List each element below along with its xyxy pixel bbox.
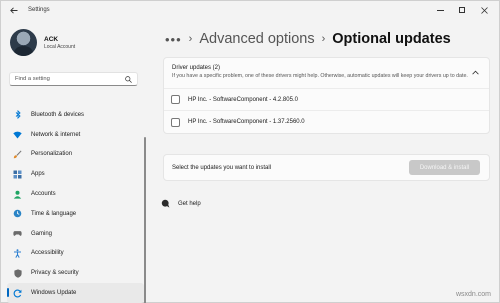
sidebar-item-bluetooth-devices[interactable]: Bluetooth & devices [7, 105, 144, 125]
sidebar-item-label: Bluetooth & devices [31, 111, 85, 118]
globe-clock-icon [13, 209, 22, 218]
install-instruction: Select the updates you want to install [172, 164, 272, 171]
driver-update-label: HP Inc. - SoftwareComponent - 1.37.2560.… [188, 119, 305, 125]
chevron-right-icon: › [188, 33, 193, 45]
apps-icon [13, 170, 22, 179]
search-box [9, 72, 138, 86]
sidebar-item-label: Time & language [31, 210, 77, 217]
gamepad-icon [13, 229, 22, 238]
bluetooth-icon [13, 110, 22, 120]
get-help-label: Get help [178, 200, 201, 207]
sidebar-scrollbar[interactable] [144, 137, 146, 303]
sidebar-item-apps[interactable]: Apps [7, 164, 144, 184]
driver-updates-description: If you have a specific problem, one of t… [172, 73, 468, 79]
sidebar-item-windows-update[interactable]: Windows Update [7, 283, 144, 303]
chevron-right-icon: › [321, 33, 326, 45]
driver-update-item[interactable]: HP Inc. - SoftwareComponent - 4.2.805.0 [164, 89, 489, 111]
back-arrow-icon [10, 6, 18, 14]
window-controls [429, 1, 495, 19]
accessibility-icon [13, 249, 22, 258]
sidebar-item-personalization[interactable]: Personalization [7, 145, 144, 165]
sidebar: ACK Local Account Bluetooth & devices [1, 19, 147, 303]
chevron-up-icon[interactable] [472, 70, 479, 75]
sidebar-item-label: Privacy & security [31, 270, 79, 277]
shield-icon [13, 269, 22, 278]
download-install-button[interactable]: Download & install [409, 160, 480, 175]
help-chat-icon [161, 199, 170, 208]
sidebar-item-network-internet[interactable]: Network & internet [7, 125, 144, 145]
close-icon [480, 6, 488, 14]
page-title: Optional updates [332, 31, 451, 47]
sidebar-item-label: Apps [31, 171, 45, 178]
search-icon[interactable] [125, 76, 132, 83]
window-title: Settings [28, 7, 50, 13]
back-button[interactable] [6, 2, 22, 18]
driver-update-checkbox[interactable] [171, 95, 180, 104]
sidebar-item-label: Personalization [31, 151, 73, 158]
install-bar: Select the updates you want to install D… [163, 154, 490, 181]
driver-updates-card: Driver updates (2) If you have a specifi… [163, 57, 490, 134]
sidebar-item-label: Gaming [31, 230, 53, 237]
sidebar-item-privacy-security[interactable]: Privacy & security [7, 263, 144, 283]
sidebar-item-label: Windows Update [31, 290, 77, 297]
search-input[interactable] [15, 76, 125, 82]
update-icon [13, 289, 22, 298]
driver-updates-title: Driver updates (2) [172, 65, 221, 71]
maximize-icon [459, 7, 465, 13]
driver-updates-header[interactable]: Driver updates (2) If you have a specifi… [164, 58, 489, 89]
breadcrumb-more-button[interactable]: ••• [165, 32, 182, 47]
brush-icon [13, 150, 22, 159]
get-help-link[interactable]: Get help [161, 199, 201, 208]
maximize-button[interactable] [451, 1, 473, 19]
close-button[interactable] [473, 1, 495, 19]
avatar [10, 29, 37, 56]
sidebar-item-gaming[interactable]: Gaming [7, 224, 144, 244]
sidebar-item-label: Accounts [31, 191, 56, 198]
breadcrumb-advanced-options[interactable]: Advanced options [199, 31, 314, 47]
sidebar-item-time-language[interactable]: Time & language [7, 204, 144, 224]
sidebar-item-accounts[interactable]: Accounts [7, 184, 144, 204]
watermark: wsxdn.com [455, 291, 491, 298]
breadcrumb: ••• › Advanced options › Optional update… [165, 29, 451, 49]
profile-account-type: Local Account [44, 43, 76, 50]
person-icon [13, 190, 22, 199]
minimize-icon [436, 9, 444, 11]
wifi-icon [13, 130, 22, 139]
settings-window: Settings ACK Local Account Find a settin… [0, 0, 500, 303]
profile-name: ACK [44, 35, 59, 43]
driver-update-label: HP Inc. - SoftwareComponent - 4.2.805.0 [188, 96, 298, 103]
minimize-button[interactable] [429, 1, 451, 19]
driver-update-checkbox[interactable] [171, 117, 180, 127]
sidebar-item-label: Accessibility [31, 250, 64, 257]
sidebar-nav: Bluetooth & devices Network & internet P… [7, 105, 144, 303]
sidebar-item-accessibility[interactable]: Accessibility [7, 244, 144, 264]
sidebar-item-label: Network & internet [31, 131, 81, 138]
user-profile[interactable]: ACK Local Account [10, 29, 75, 56]
title-bar: Settings [1, 1, 499, 19]
driver-update-item[interactable]: HP Inc. - SoftwareComponent - 1.37.2560.… [164, 111, 489, 133]
